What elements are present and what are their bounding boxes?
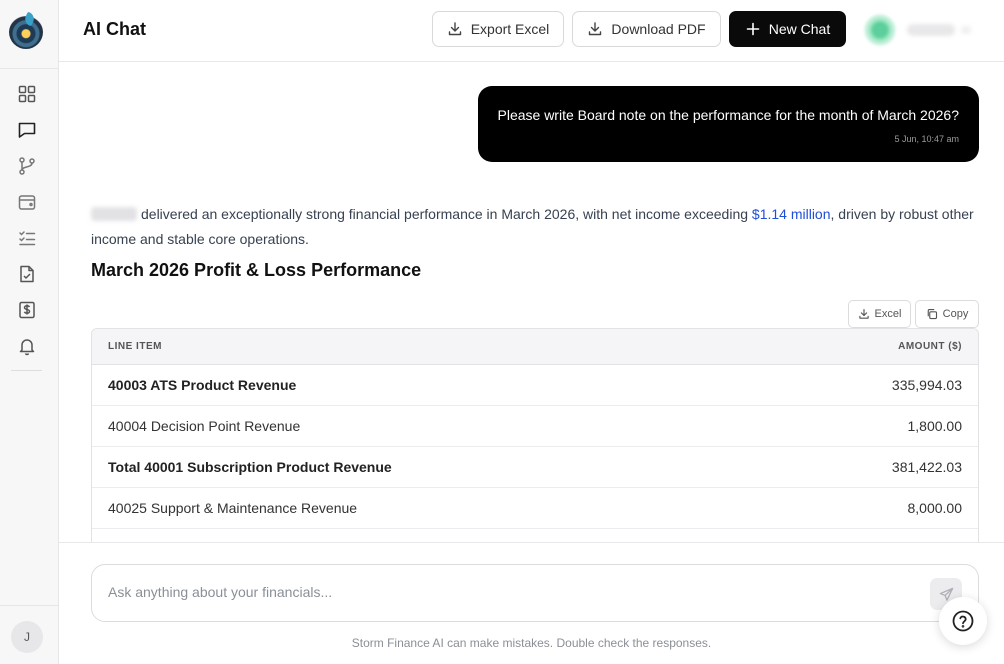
download-icon <box>448 22 461 36</box>
bell-icon[interactable] <box>17 336 37 356</box>
table-header: LINE ITEM AMOUNT ($) <box>92 329 978 365</box>
table-row: 40003 ATS Product Revenue 335,994.03 <box>92 365 978 406</box>
column-header-amount: AMOUNT ($) <box>898 341 962 352</box>
sidebar-divider <box>11 370 42 371</box>
amount-cell: 381,422.03 <box>891 459 962 475</box>
amount-cell: 335,994.03 <box>891 377 962 393</box>
table-copy-label: Copy <box>942 308 969 320</box>
download-icon <box>858 308 869 319</box>
table-copy-button[interactable]: Copy <box>915 300 979 328</box>
download-icon <box>589 22 602 36</box>
composer <box>91 564 979 622</box>
user-message-text: Please write Board note on the performan… <box>497 107 960 123</box>
line-item-cell: 40003 ATS Product Revenue <box>108 377 297 393</box>
table-row: 40004 Decision Point Revenue 1,800.00 <box>92 406 978 447</box>
page-title: AI Chat <box>83 19 146 39</box>
chat-icon[interactable] <box>17 120 37 140</box>
section-title: March 2026 Profit & Loss Performance <box>91 260 422 280</box>
plus-icon <box>746 22 760 36</box>
table-excel-button[interactable]: Excel <box>848 300 911 328</box>
new-chat-label: New Chat <box>768 21 831 37</box>
top-header: AI Chat Export Excel Download PDF New Ch… <box>59 0 1004 62</box>
disclaimer-text: Storm Finance AI can make mistakes. Doub… <box>351 636 712 650</box>
download-pdf-label: Download PDF <box>611 21 706 37</box>
profile-name-redacted <box>907 24 955 36</box>
chat-thread[interactable]: Please write Board note on the performan… <box>59 62 1004 542</box>
line-item-cell: Total 40001 Subscription Product Revenue <box>108 459 392 475</box>
sidebar-divider <box>0 68 59 69</box>
dollar-document-icon[interactable] <box>17 300 37 320</box>
table-row <box>92 529 978 542</box>
git-branch-icon[interactable] <box>17 156 37 176</box>
table-row: Total 40001 Subscription Product Revenue… <box>92 447 978 488</box>
composer-area: Storm Finance AI can make mistakes. Doub… <box>59 542 1004 664</box>
help-button[interactable] <box>939 597 987 645</box>
answer-highlight: $1.14 million <box>751 206 831 222</box>
answer-text-a: delivered an exceptionally strong financ… <box>141 206 752 222</box>
user-avatar[interactable]: J <box>11 621 43 653</box>
sidebar-divider <box>0 605 59 606</box>
file-check-icon[interactable] <box>17 264 37 284</box>
copy-icon <box>927 308 937 320</box>
download-pdf-button[interactable]: Download PDF <box>572 11 721 47</box>
line-item-cell: 40025 Support & Maintenance Revenue <box>108 500 358 516</box>
column-header-line-item: LINE ITEM <box>108 341 162 352</box>
table-excel-label: Excel <box>874 308 902 320</box>
new-chat-button[interactable]: New Chat <box>729 11 846 47</box>
amount-cell: 1,800.00 <box>907 418 963 434</box>
chevron-down-icon <box>961 26 971 34</box>
line-item-cell: 40004 Decision Point Revenue <box>108 418 301 434</box>
assistant-answer: delivered an exceptionally strong financ… <box>91 202 981 252</box>
help-icon <box>952 610 974 632</box>
user-message-bubble: Please write Board note on the performan… <box>478 86 979 162</box>
app-logo[interactable] <box>9 15 43 49</box>
table-row: 40025 Support & Maintenance Revenue 8,00… <box>92 488 978 529</box>
profile-avatar <box>864 14 896 46</box>
pnl-table: LINE ITEM AMOUNT ($) 40003 ATS Product R… <box>91 328 979 542</box>
sidebar: J <box>0 0 59 664</box>
wallet-icon[interactable] <box>17 192 37 212</box>
chat-input[interactable] <box>108 584 908 600</box>
export-excel-label: Export Excel <box>470 21 550 37</box>
company-name-redacted <box>91 207 137 221</box>
export-excel-button[interactable]: Export Excel <box>432 11 564 47</box>
amount-cell: 8,000.00 <box>907 500 963 516</box>
dashboard-icon[interactable] <box>17 84 37 104</box>
profile-menu[interactable] <box>861 12 981 48</box>
message-timestamp: 5 Jun, 10:47 am <box>894 134 959 144</box>
checklist-icon[interactable] <box>17 228 37 248</box>
